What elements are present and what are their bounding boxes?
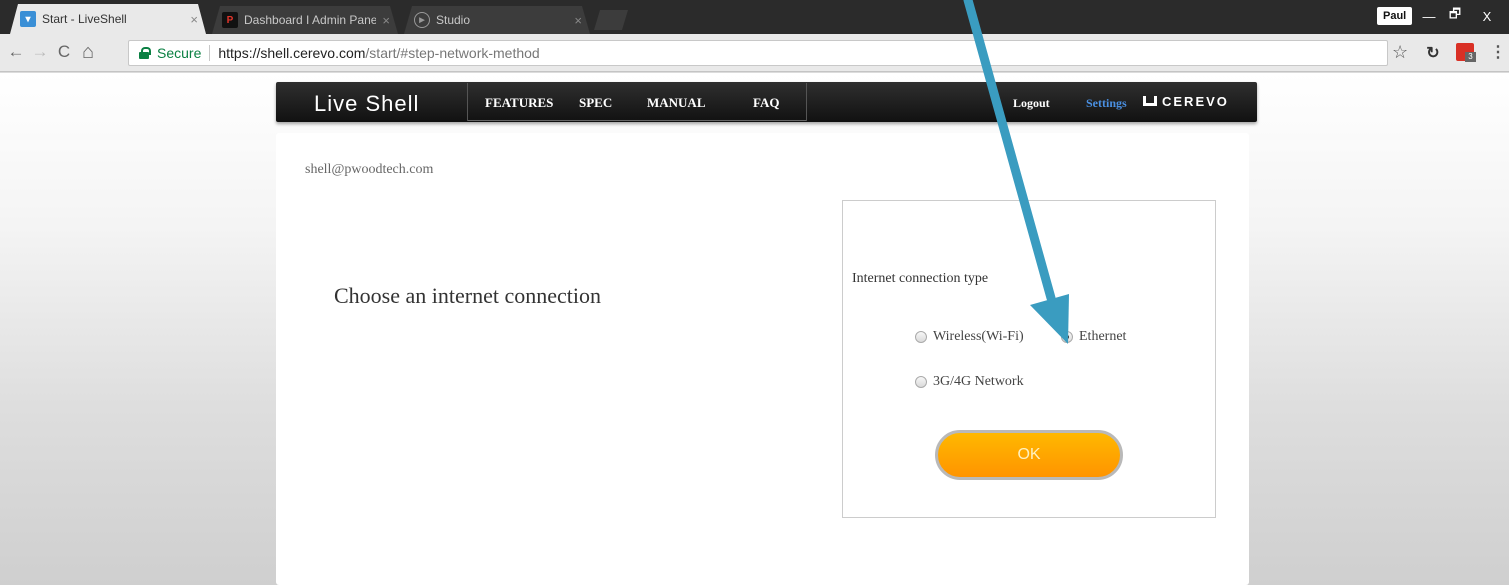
logout-link[interactable]: Logout [1013, 96, 1050, 111]
browser-toolbar: ← → C ⌂ Secure https://shell.cerevo.com … [0, 34, 1509, 72]
reload-icon[interactable]: C [54, 42, 74, 62]
option-mobile-network[interactable]: 3G/4G Network [915, 374, 1024, 390]
browser-tab-studio[interactable]: ▶ Studio × [404, 6, 590, 34]
account-email: shell@pwoodtech.com [305, 162, 434, 177]
new-tab-button[interactable] [594, 10, 628, 30]
browser-tab-strip: ▾ Start - LiveShell × P Dashboard I Admi… [0, 0, 1509, 34]
nav-divider [806, 83, 807, 121]
restore-icon[interactable]: 🗗 [1444, 6, 1466, 26]
main-nav: FEATURES SPEC MANUAL FAQ [467, 83, 807, 121]
cerevo-wordmark: CEREVO [1162, 94, 1229, 109]
option-label: Ethernet [1079, 329, 1127, 344]
address-bar[interactable]: Secure https://shell.cerevo.com /start/#… [128, 40, 1388, 66]
tab-label: Start - LiveShell [42, 12, 127, 26]
minimize-icon[interactable]: — [1418, 6, 1440, 26]
studio-favicon-icon: ▶ [414, 12, 430, 28]
site-header: Live Shell FEATURES SPEC MANUAL FAQ Logo… [276, 82, 1257, 122]
close-window-icon[interactable]: X [1476, 6, 1498, 26]
option-wireless[interactable]: Wireless(Wi-Fi) [915, 329, 1024, 345]
radio-mobile-network[interactable] [915, 376, 927, 388]
omnibox-divider [209, 45, 211, 61]
tab-close-icon[interactable]: × [190, 12, 198, 27]
nav-divider [467, 83, 468, 121]
option-label: Wireless(Wi-Fi) [933, 329, 1024, 344]
radio-wireless[interactable] [915, 331, 927, 343]
settings-link[interactable]: Settings [1086, 96, 1127, 111]
nav-features[interactable]: FEATURES [485, 95, 553, 111]
forward-icon[interactable]: → [30, 42, 50, 62]
lock-icon [139, 47, 153, 59]
sync-extension-icon[interactable]: ↻ [1424, 43, 1442, 62]
kebab-menu-icon[interactable]: ⋮ [1490, 42, 1506, 62]
cerevo-logo-icon [1143, 96, 1157, 106]
tab-label: Studio [436, 13, 471, 27]
tab-label: Dashboard I Admin Pane [244, 13, 377, 27]
tab-close-icon[interactable]: × [382, 13, 390, 28]
bookmark-star-icon[interactable]: ☆ [1392, 42, 1408, 63]
connection-type-label: Internet connection type [852, 271, 989, 286]
liveshell-favicon-icon: ▾ [20, 11, 36, 27]
radio-ethernet[interactable] [1061, 331, 1073, 343]
profile-button[interactable]: Paul [1377, 7, 1413, 25]
ok-button[interactable]: OK [935, 430, 1123, 480]
option-label: 3G/4G Network [933, 374, 1024, 389]
brand-logo[interactable]: Live Shell [314, 91, 419, 117]
nav-manual[interactable]: MANUAL [647, 95, 706, 111]
home-icon[interactable]: ⌂ [78, 41, 98, 63]
secure-label: Secure [157, 45, 202, 61]
browser-tab-dashboard[interactable]: P Dashboard I Admin Pane × [212, 6, 398, 34]
extension-badge: 3 [1465, 52, 1476, 62]
page-title: Choose an internet connection [334, 283, 601, 308]
content-panel: shell@pwoodtech.com Choose an internet c… [276, 133, 1249, 585]
option-ethernet[interactable]: Ethernet [1061, 329, 1126, 345]
nav-spec[interactable]: SPEC [579, 95, 612, 111]
nav-faq[interactable]: FAQ [753, 95, 779, 111]
url-host: https://shell.cerevo.com [218, 45, 366, 61]
back-icon[interactable]: ← [6, 42, 26, 62]
connection-type-box: Internet connection type Wireless(Wi-Fi)… [842, 200, 1216, 518]
browser-tab-liveshell[interactable]: ▾ Start - LiveShell × [10, 4, 206, 34]
url-path: /start/#step-network-method [365, 45, 540, 61]
tab-close-icon[interactable]: × [574, 13, 582, 28]
dashboard-favicon-icon: P [222, 12, 238, 28]
